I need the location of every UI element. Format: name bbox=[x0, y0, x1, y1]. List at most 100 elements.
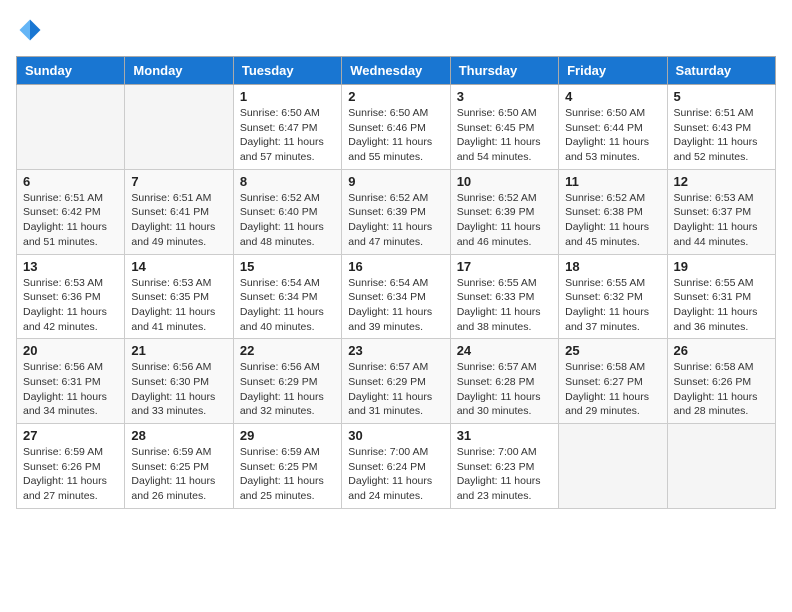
calendar-cell: 28 Sunrise: 6:59 AM Sunset: 6:25 PM Dayli… bbox=[125, 424, 233, 509]
day-info: Sunrise: 6:55 AM Sunset: 6:32 PM Dayligh… bbox=[565, 276, 660, 335]
calendar-cell: 19Sunrise: 6:55 AM Sunset: 6:31 PM Dayli… bbox=[667, 254, 775, 339]
day-number: 7 bbox=[131, 174, 226, 189]
day-number: 22 bbox=[240, 343, 335, 358]
calendar-week-row: 1 Sunrise: 6:50 AM Sunset: 6:47 PM Daylig… bbox=[17, 85, 776, 170]
calendar-cell: 31 Sunrise: 7:00 AM Sunset: 6:23 PM Dayli… bbox=[450, 424, 558, 509]
day-number: 8 bbox=[240, 174, 335, 189]
calendar-cell bbox=[667, 424, 775, 509]
day-number: 5 bbox=[674, 89, 769, 104]
day-info: Sunrise: 6:50 AM Sunset: 6:45 PM Dayligh… bbox=[457, 106, 552, 165]
day-number: 25 bbox=[565, 343, 660, 358]
day-number: 28 bbox=[131, 428, 226, 443]
day-number: 4 bbox=[565, 89, 660, 104]
day-info: Sunrise: 6:57 AM Sunset: 6:29 PM Dayligh… bbox=[348, 360, 443, 419]
day-info: Sunrise: 6:50 AM Sunset: 6:44 PM Dayligh… bbox=[565, 106, 660, 165]
calendar-cell: 14 Sunrise: 6:53 AM Sunset: 6:35 PM Dayli… bbox=[125, 254, 233, 339]
weekday-header-monday: Monday bbox=[125, 57, 233, 85]
calendar-week-row: 13Sunrise: 6:53 AM Sunset: 6:36 PM Dayli… bbox=[17, 254, 776, 339]
calendar-cell: 18 Sunrise: 6:55 AM Sunset: 6:32 PM Dayli… bbox=[559, 254, 667, 339]
calendar-cell: 22 Sunrise: 6:56 AM Sunset: 6:29 PM Dayli… bbox=[233, 339, 341, 424]
calendar-cell: 29Sunrise: 6:59 AM Sunset: 6:25 PM Dayli… bbox=[233, 424, 341, 509]
day-info: Sunrise: 6:59 AM Sunset: 6:26 PM Dayligh… bbox=[23, 445, 118, 504]
calendar-cell: 26 Sunrise: 6:58 AM Sunset: 6:26 PM Dayli… bbox=[667, 339, 775, 424]
calendar-cell: 27 Sunrise: 6:59 AM Sunset: 6:26 PM Dayli… bbox=[17, 424, 125, 509]
day-number: 14 bbox=[131, 259, 226, 274]
day-info: Sunrise: 6:54 AM Sunset: 6:34 PM Dayligh… bbox=[348, 276, 443, 335]
calendar-cell: 17 Sunrise: 6:55 AM Sunset: 6:33 PM Dayli… bbox=[450, 254, 558, 339]
day-number: 24 bbox=[457, 343, 552, 358]
day-number: 31 bbox=[457, 428, 552, 443]
weekday-header-thursday: Thursday bbox=[450, 57, 558, 85]
day-info: Sunrise: 6:50 AM Sunset: 6:47 PM Dayligh… bbox=[240, 106, 335, 165]
day-info: Sunrise: 6:52 AM Sunset: 6:39 PM Dayligh… bbox=[457, 191, 552, 250]
day-number: 12 bbox=[674, 174, 769, 189]
day-number: 20 bbox=[23, 343, 118, 358]
weekday-header-saturday: Saturday bbox=[667, 57, 775, 85]
day-info: Sunrise: 6:52 AM Sunset: 6:38 PM Dayligh… bbox=[565, 191, 660, 250]
day-number: 18 bbox=[565, 259, 660, 274]
calendar-cell: 23 Sunrise: 6:57 AM Sunset: 6:29 PM Dayli… bbox=[342, 339, 450, 424]
day-number: 27 bbox=[23, 428, 118, 443]
calendar-week-row: 27 Sunrise: 6:59 AM Sunset: 6:26 PM Dayli… bbox=[17, 424, 776, 509]
day-info: Sunrise: 6:52 AM Sunset: 6:39 PM Dayligh… bbox=[348, 191, 443, 250]
calendar-cell bbox=[125, 85, 233, 170]
page-header bbox=[16, 16, 776, 44]
day-info: Sunrise: 6:54 AM Sunset: 6:34 PM Dayligh… bbox=[240, 276, 335, 335]
day-number: 9 bbox=[348, 174, 443, 189]
calendar-week-row: 20 Sunrise: 6:56 AM Sunset: 6:31 PM Dayli… bbox=[17, 339, 776, 424]
calendar-cell bbox=[17, 85, 125, 170]
day-number: 23 bbox=[348, 343, 443, 358]
day-number: 21 bbox=[131, 343, 226, 358]
day-info: Sunrise: 6:50 AM Sunset: 6:46 PM Dayligh… bbox=[348, 106, 443, 165]
day-info: Sunrise: 6:53 AM Sunset: 6:37 PM Dayligh… bbox=[674, 191, 769, 250]
day-number: 26 bbox=[674, 343, 769, 358]
day-number: 13 bbox=[23, 259, 118, 274]
day-info: Sunrise: 6:57 AM Sunset: 6:28 PM Dayligh… bbox=[457, 360, 552, 419]
calendar-cell: 8 Sunrise: 6:52 AM Sunset: 6:40 PM Daylig… bbox=[233, 169, 341, 254]
calendar-header-row: SundayMondayTuesdayWednesdayThursdayFrid… bbox=[17, 57, 776, 85]
calendar-cell: 20 Sunrise: 6:56 AM Sunset: 6:31 PM Dayli… bbox=[17, 339, 125, 424]
day-info: Sunrise: 6:56 AM Sunset: 6:29 PM Dayligh… bbox=[240, 360, 335, 419]
calendar-cell: 1 Sunrise: 6:50 AM Sunset: 6:47 PM Daylig… bbox=[233, 85, 341, 170]
day-number: 30 bbox=[348, 428, 443, 443]
day-number: 10 bbox=[457, 174, 552, 189]
day-info: Sunrise: 6:55 AM Sunset: 6:33 PM Dayligh… bbox=[457, 276, 552, 335]
day-number: 29 bbox=[240, 428, 335, 443]
day-info: Sunrise: 6:55 AM Sunset: 6:31 PM Dayligh… bbox=[674, 276, 769, 335]
calendar-cell: 16Sunrise: 6:54 AM Sunset: 6:34 PM Dayli… bbox=[342, 254, 450, 339]
calendar-cell: 11 Sunrise: 6:52 AM Sunset: 6:38 PM Dayli… bbox=[559, 169, 667, 254]
day-info: Sunrise: 7:00 AM Sunset: 6:23 PM Dayligh… bbox=[457, 445, 552, 504]
day-info: Sunrise: 6:56 AM Sunset: 6:31 PM Dayligh… bbox=[23, 360, 118, 419]
weekday-header-friday: Friday bbox=[559, 57, 667, 85]
day-info: Sunrise: 6:58 AM Sunset: 6:27 PM Dayligh… bbox=[565, 360, 660, 419]
day-info: Sunrise: 6:59 AM Sunset: 6:25 PM Dayligh… bbox=[131, 445, 226, 504]
day-info: Sunrise: 6:51 AM Sunset: 6:43 PM Dayligh… bbox=[674, 106, 769, 165]
day-number: 17 bbox=[457, 259, 552, 274]
day-number: 11 bbox=[565, 174, 660, 189]
calendar-cell: 5 Sunrise: 6:51 AM Sunset: 6:43 PM Daylig… bbox=[667, 85, 775, 170]
calendar-cell: 12 Sunrise: 6:53 AM Sunset: 6:37 PM Dayli… bbox=[667, 169, 775, 254]
calendar-cell: 25 Sunrise: 6:58 AM Sunset: 6:27 PM Dayli… bbox=[559, 339, 667, 424]
day-info: Sunrise: 6:56 AM Sunset: 6:30 PM Dayligh… bbox=[131, 360, 226, 419]
day-info: Sunrise: 6:52 AM Sunset: 6:40 PM Dayligh… bbox=[240, 191, 335, 250]
day-number: 2 bbox=[348, 89, 443, 104]
calendar-cell: 15 Sunrise: 6:54 AM Sunset: 6:34 PM Dayli… bbox=[233, 254, 341, 339]
calendar-table: SundayMondayTuesdayWednesdayThursdayFrid… bbox=[16, 56, 776, 509]
calendar-cell: 7Sunrise: 6:51 AM Sunset: 6:41 PM Daylig… bbox=[125, 169, 233, 254]
calendar-cell: 13Sunrise: 6:53 AM Sunset: 6:36 PM Dayli… bbox=[17, 254, 125, 339]
day-info: Sunrise: 6:53 AM Sunset: 6:35 PM Dayligh… bbox=[131, 276, 226, 335]
calendar-week-row: 6Sunrise: 6:51 AM Sunset: 6:42 PM Daylig… bbox=[17, 169, 776, 254]
calendar-cell: 4 Sunrise: 6:50 AM Sunset: 6:44 PM Daylig… bbox=[559, 85, 667, 170]
calendar-cell: 9 Sunrise: 6:52 AM Sunset: 6:39 PM Daylig… bbox=[342, 169, 450, 254]
logo bbox=[16, 16, 48, 44]
day-info: Sunrise: 7:00 AM Sunset: 6:24 PM Dayligh… bbox=[348, 445, 443, 504]
day-info: Sunrise: 6:58 AM Sunset: 6:26 PM Dayligh… bbox=[674, 360, 769, 419]
weekday-header-tuesday: Tuesday bbox=[233, 57, 341, 85]
calendar-cell: 21 Sunrise: 6:56 AM Sunset: 6:30 PM Dayli… bbox=[125, 339, 233, 424]
calendar-cell: 30 Sunrise: 7:00 AM Sunset: 6:24 PM Dayli… bbox=[342, 424, 450, 509]
calendar-cell: 2 Sunrise: 6:50 AM Sunset: 6:46 PM Daylig… bbox=[342, 85, 450, 170]
day-number: 15 bbox=[240, 259, 335, 274]
day-number: 3 bbox=[457, 89, 552, 104]
calendar-cell: 24 Sunrise: 6:57 AM Sunset: 6:28 PM Dayli… bbox=[450, 339, 558, 424]
day-number: 1 bbox=[240, 89, 335, 104]
